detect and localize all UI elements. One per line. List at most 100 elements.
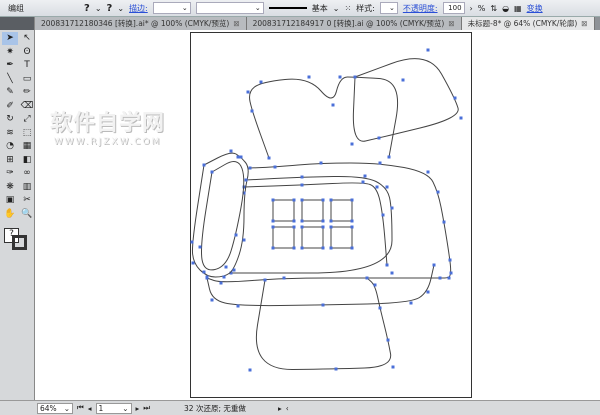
- keypad-key-path[interactable]: [301, 226, 324, 249]
- anchor-point[interactable]: [292, 225, 296, 229]
- drawing-canvas[interactable]: [0, 0, 600, 415]
- anchor-point[interactable]: [350, 219, 354, 223]
- anchor-point[interactable]: [361, 180, 365, 184]
- keypad-key-path[interactable]: [272, 226, 295, 249]
- anchor-point[interactable]: [319, 161, 323, 165]
- anchor-point[interactable]: [210, 170, 214, 174]
- anchor-point[interactable]: [191, 261, 195, 265]
- anchor-point[interactable]: [292, 246, 296, 250]
- anchor-point[interactable]: [248, 166, 252, 170]
- output-paper-path[interactable]: [255, 277, 392, 371]
- left-paper-path[interactable]: [249, 76, 399, 159]
- anchor-point[interactable]: [338, 75, 342, 79]
- last-artboard-icon[interactable]: ⏭: [143, 403, 150, 413]
- anchor-point[interactable]: [222, 275, 226, 279]
- anchor-point[interactable]: [329, 246, 333, 250]
- anchor-point[interactable]: [236, 155, 240, 159]
- anchor-point[interactable]: [459, 116, 463, 120]
- anchor-point[interactable]: [373, 283, 377, 287]
- anchor-point[interactable]: [292, 219, 296, 223]
- anchor-point[interactable]: [271, 225, 275, 229]
- anchor-point[interactable]: [426, 290, 430, 294]
- anchor-point[interactable]: [426, 48, 430, 52]
- screen-inner-path[interactable]: [243, 182, 388, 266]
- anchor-point[interactable]: [390, 271, 394, 275]
- screen-outer-path[interactable]: [231, 175, 393, 274]
- keypad-key-path[interactable]: [301, 199, 324, 222]
- anchor-point[interactable]: [300, 198, 304, 202]
- anchor-point[interactable]: [242, 238, 246, 242]
- anchor-point[interactable]: [385, 185, 389, 189]
- anchor-point[interactable]: [300, 175, 304, 179]
- anchor-point[interactable]: [248, 368, 252, 372]
- anchor-point[interactable]: [329, 198, 333, 202]
- anchor-point[interactable]: [329, 225, 333, 229]
- anchor-point[interactable]: [321, 225, 325, 229]
- anchor-point[interactable]: [246, 90, 250, 94]
- anchor-point[interactable]: [292, 198, 296, 202]
- anchor-point[interactable]: [390, 206, 394, 210]
- anchor-point[interactable]: [426, 170, 430, 174]
- anchor-point[interactable]: [350, 225, 354, 229]
- anchor-point[interactable]: [375, 185, 379, 189]
- keypad-key-path[interactable]: [330, 226, 353, 249]
- anchor-point[interactable]: [377, 136, 381, 140]
- anchor-point[interactable]: [244, 178, 248, 182]
- keypad-key-path[interactable]: [330, 199, 353, 222]
- anchor-point[interactable]: [331, 103, 335, 107]
- anchor-point[interactable]: [300, 225, 304, 229]
- keypad-key-path[interactable]: [272, 199, 295, 222]
- anchor-point[interactable]: [232, 268, 236, 272]
- anchor-point[interactable]: [378, 161, 382, 165]
- anchor-point[interactable]: [409, 301, 413, 305]
- anchor-point[interactable]: [263, 278, 267, 282]
- anchor-point[interactable]: [267, 156, 271, 160]
- anchor-point[interactable]: [353, 75, 357, 79]
- anchor-point[interactable]: [329, 219, 333, 223]
- next-artboard-icon[interactable]: ▸: [136, 404, 140, 413]
- anchor-point[interactable]: [401, 78, 405, 82]
- anchor-point[interactable]: [307, 75, 311, 79]
- anchor-point[interactable]: [386, 338, 390, 342]
- scroll-left-icon[interactable]: ‹: [286, 404, 289, 413]
- anchor-point[interactable]: [224, 265, 228, 269]
- anchor-point[interactable]: [321, 303, 325, 307]
- anchor-point[interactable]: [202, 163, 206, 167]
- anchor-point[interactable]: [385, 263, 389, 267]
- anchor-point[interactable]: [210, 298, 214, 302]
- anchor-point[interactable]: [378, 306, 382, 310]
- anchor-point[interactable]: [271, 198, 275, 202]
- anchor-point[interactable]: [350, 246, 354, 250]
- anchor-point[interactable]: [229, 149, 233, 153]
- anchor-point[interactable]: [259, 80, 263, 84]
- anchor-point[interactable]: [381, 213, 385, 217]
- anchor-point[interactable]: [219, 281, 223, 285]
- anchor-point[interactable]: [282, 276, 286, 280]
- anchor-point[interactable]: [436, 190, 440, 194]
- anchor-point[interactable]: [236, 304, 240, 308]
- anchor-point[interactable]: [205, 276, 209, 280]
- anchor-point[interactable]: [448, 258, 452, 262]
- anchor-point[interactable]: [202, 270, 206, 274]
- anchor-point[interactable]: [321, 246, 325, 250]
- anchor-point[interactable]: [449, 271, 453, 275]
- tray-path[interactable]: [206, 264, 435, 307]
- anchor-point[interactable]: [387, 155, 391, 159]
- anchor-point[interactable]: [300, 183, 304, 187]
- anchor-point[interactable]: [442, 220, 446, 224]
- anchor-point[interactable]: [198, 245, 202, 249]
- anchor-point[interactable]: [321, 219, 325, 223]
- prev-artboard-icon[interactable]: ◂: [88, 404, 92, 413]
- anchor-point[interactable]: [239, 155, 243, 159]
- first-artboard-icon[interactable]: ⏮: [77, 403, 84, 413]
- artboard-number-select[interactable]: 1 ⌄: [95, 402, 132, 414]
- anchor-point[interactable]: [365, 276, 369, 280]
- anchor-point[interactable]: [271, 219, 275, 223]
- anchor-point[interactable]: [273, 165, 277, 169]
- anchor-point[interactable]: [453, 96, 457, 100]
- anchor-point[interactable]: [250, 109, 254, 113]
- anchor-point[interactable]: [190, 240, 194, 244]
- anchor-point[interactable]: [271, 246, 275, 250]
- anchor-point[interactable]: [334, 367, 338, 371]
- anchor-point[interactable]: [300, 219, 304, 223]
